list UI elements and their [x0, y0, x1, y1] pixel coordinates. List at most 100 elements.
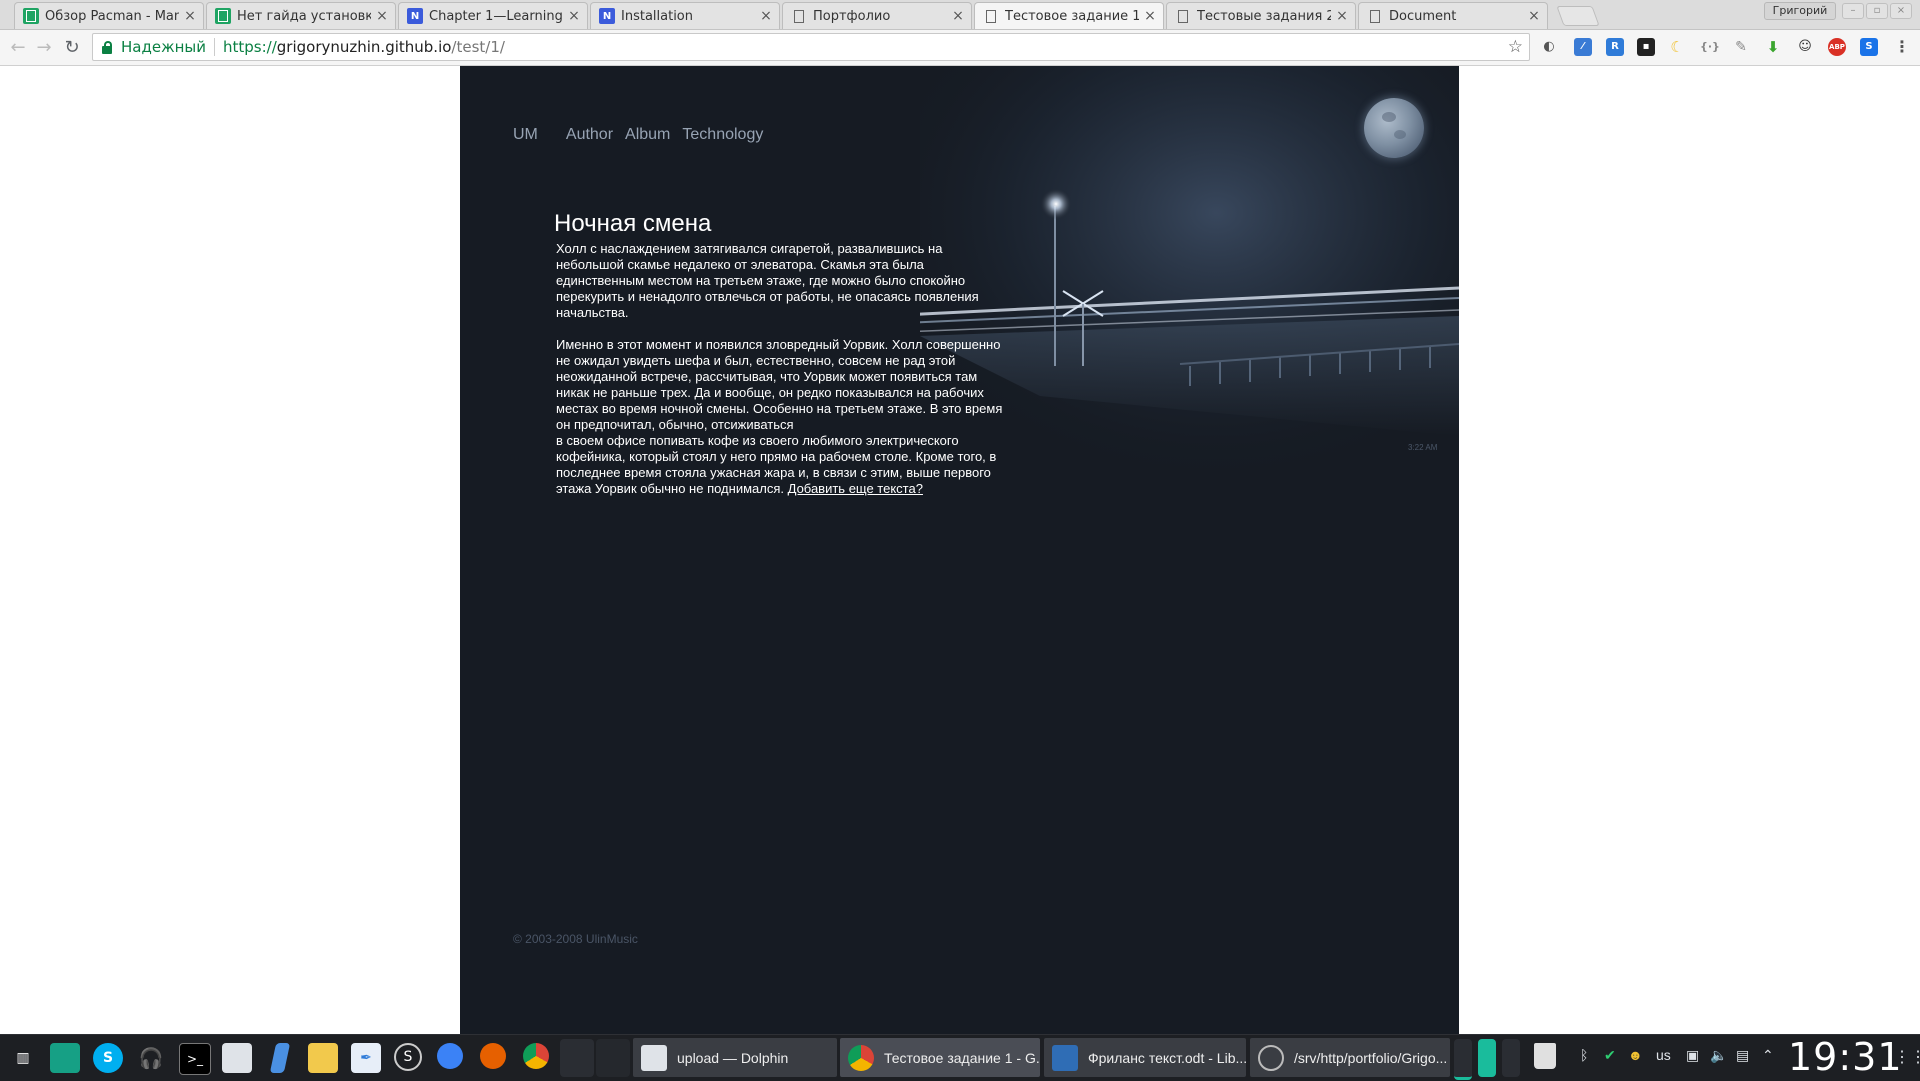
close-icon[interactable]: × [1143, 8, 1157, 24]
moon-logo[interactable] [1364, 98, 1424, 158]
tab-title: Тестовые задания 2 [1197, 8, 1331, 24]
moon-extension-icon[interactable]: ☾ [1668, 38, 1686, 56]
window-title: upload — Dolphin [677, 1049, 789, 1066]
paragraph-text: Именно в этот момент и появился зловредн… [556, 337, 1003, 432]
new-tab-button[interactable] [1556, 6, 1600, 26]
close-icon[interactable]: × [759, 8, 773, 24]
taskbar-window-chrome[interactable]: Тестовое задание 1 - G... [840, 1038, 1040, 1077]
taskbar: ▥ S 🎧 >_ ✒ S upload — Dolphin Тестовое з… [0, 1034, 1920, 1081]
add-more-text-link[interactable]: Добавить еще текста? [788, 481, 923, 496]
pager-1-icon[interactable] [1454, 1039, 1472, 1080]
document-icon [1175, 8, 1191, 24]
browser-tab[interactable]: N Chapter 1—Learning t × [398, 2, 588, 29]
pager-3-icon[interactable] [1502, 1039, 1520, 1077]
nav-link-author[interactable]: Author [566, 126, 613, 144]
headphones-icon[interactable]: 🎧 [136, 1043, 166, 1073]
menu-icon[interactable]: ⋮ [1893, 38, 1911, 56]
workspace-2-icon[interactable] [596, 1039, 630, 1077]
nav-link-album[interactable]: Album [625, 126, 670, 144]
close-icon[interactable]: × [183, 8, 197, 24]
desktop-icon[interactable] [50, 1043, 80, 1073]
url-host: grigorynuzhin.github.io [276, 38, 452, 56]
forward-arrow-icon[interactable]: → [32, 36, 56, 60]
app-launcher-icon[interactable]: ▥ [8, 1043, 38, 1073]
terminal-icon[interactable]: >_ [179, 1043, 211, 1075]
browser-tab[interactable]: Портфолио × [782, 2, 972, 29]
address-bar[interactable]: Надежный https:// grigorynuzhin.github.i… [92, 33, 1530, 61]
profile-button[interactable]: Григорий [1764, 2, 1836, 20]
close-icon[interactable]: × [951, 8, 965, 24]
close-icon[interactable]: × [1527, 8, 1541, 24]
keyboard-layout[interactable]: us [1656, 1047, 1671, 1063]
chrome-icon[interactable] [523, 1043, 549, 1069]
close-icon[interactable]: × [1335, 8, 1349, 24]
code-extension-icon[interactable]: {·} [1700, 38, 1720, 56]
network-icon[interactable]: ▣ [1686, 1047, 1699, 1064]
article-paragraph: Именно в этот момент и появился зловредн… [556, 337, 1008, 497]
article-body: Холл с наслаждением затягивался сигарето… [556, 241, 1008, 513]
notification-icon[interactable]: ☻ [1628, 1047, 1643, 1063]
reader-icon[interactable]: ◐ [1540, 38, 1558, 56]
tab-title: Тестовое задание 1 [1005, 8, 1139, 24]
download-icon[interactable]: ⬇ [1764, 38, 1782, 56]
tab-title: Портфолио [813, 8, 891, 24]
sublime-icon[interactable]: S [394, 1043, 422, 1071]
sheets-icon [23, 8, 39, 24]
cat-extension-icon[interactable]: ☺ [1796, 38, 1814, 56]
screenshot-extension-icon[interactable]: S [1860, 38, 1878, 56]
close-window-icon[interactable]: × [1890, 3, 1912, 19]
volume-icon[interactable]: 🔈 [1710, 1047, 1727, 1064]
browser-tab[interactable]: Document × [1358, 2, 1548, 29]
sublime-icon [1258, 1044, 1284, 1071]
browser-tab-active[interactable]: Тестовое задание 1 × [974, 2, 1164, 29]
back-arrow-icon[interactable]: ← [6, 36, 30, 60]
skype-icon[interactable]: S [93, 1043, 123, 1073]
files-icon[interactable] [222, 1043, 252, 1073]
chromium-icon[interactable] [437, 1043, 463, 1069]
app-grid-icon[interactable]: ⋮⋮ [1894, 1047, 1920, 1067]
text-editor-icon[interactable] [269, 1043, 291, 1073]
adblock-icon[interactable]: ABP [1828, 38, 1846, 56]
taskbar-window-dolphin[interactable]: upload — Dolphin [633, 1038, 837, 1077]
browser-tab[interactable]: Обзор Pacman - Manj × [14, 2, 204, 29]
firefox-icon[interactable] [480, 1043, 506, 1069]
security-label: Надежный [121, 38, 206, 56]
pager-2-icon[interactable] [1478, 1039, 1496, 1077]
pen-extension-icon[interactable]: ✎ [1732, 38, 1750, 56]
tab-title: Chapter 1—Learning t [429, 8, 563, 24]
lock-icon [101, 40, 113, 54]
chrome-icon [848, 1044, 874, 1071]
site-nav: UM Author Album Technology [513, 126, 775, 144]
minimize-icon[interactable]: – [1842, 3, 1864, 19]
browser-tab[interactable]: N Installation × [590, 2, 780, 29]
clipboard-icon[interactable]: ▤ [1736, 1047, 1749, 1064]
r-extension-icon[interactable]: R [1606, 38, 1624, 56]
bookmark-star-icon[interactable]: ☆ [1508, 37, 1523, 57]
browser-tab[interactable]: Нет гайда установки × [206, 2, 396, 29]
inkscape-icon[interactable]: ✒ [351, 1043, 381, 1073]
nav-link-technology[interactable]: Technology [682, 126, 763, 144]
toggle-extension-icon[interactable]: ▪ [1637, 38, 1655, 56]
taskbar-window-sublime[interactable]: /srv/http/portfolio/Grigo... [1250, 1038, 1450, 1077]
trash-icon[interactable] [1534, 1043, 1556, 1069]
close-icon[interactable]: × [567, 8, 581, 24]
maximize-icon[interactable]: ▫ [1866, 3, 1888, 19]
window-title: /srv/http/portfolio/Grigo... [1294, 1049, 1448, 1066]
close-icon[interactable]: × [375, 8, 389, 24]
folder-icon[interactable] [308, 1043, 338, 1073]
url-scheme: https:// [222, 38, 277, 56]
update-ok-icon[interactable]: ✔ [1604, 1047, 1616, 1064]
copyright: © 2003-2008 UlinMusic [513, 932, 638, 946]
clock[interactable]: 19:31 [1788, 1035, 1903, 1079]
libreoffice-writer-icon [1052, 1044, 1078, 1071]
chevron-up-icon[interactable]: ⌃ [1762, 1047, 1774, 1064]
taskbar-window-libreoffice[interactable]: Фриланс текст.odt - Lib... [1044, 1038, 1246, 1077]
browser-tab[interactable]: Тестовые задания 2 × [1166, 2, 1356, 29]
tab-title: Document [1389, 8, 1457, 24]
workspace-1-icon[interactable] [560, 1039, 594, 1077]
bluetooth-icon[interactable]: ᛒ [1580, 1047, 1588, 1063]
document-icon [791, 8, 807, 24]
reload-icon[interactable]: ↻ [60, 36, 84, 60]
site-logo[interactable]: UM [513, 126, 538, 144]
color-picker-icon[interactable]: ⁄ [1574, 38, 1592, 56]
